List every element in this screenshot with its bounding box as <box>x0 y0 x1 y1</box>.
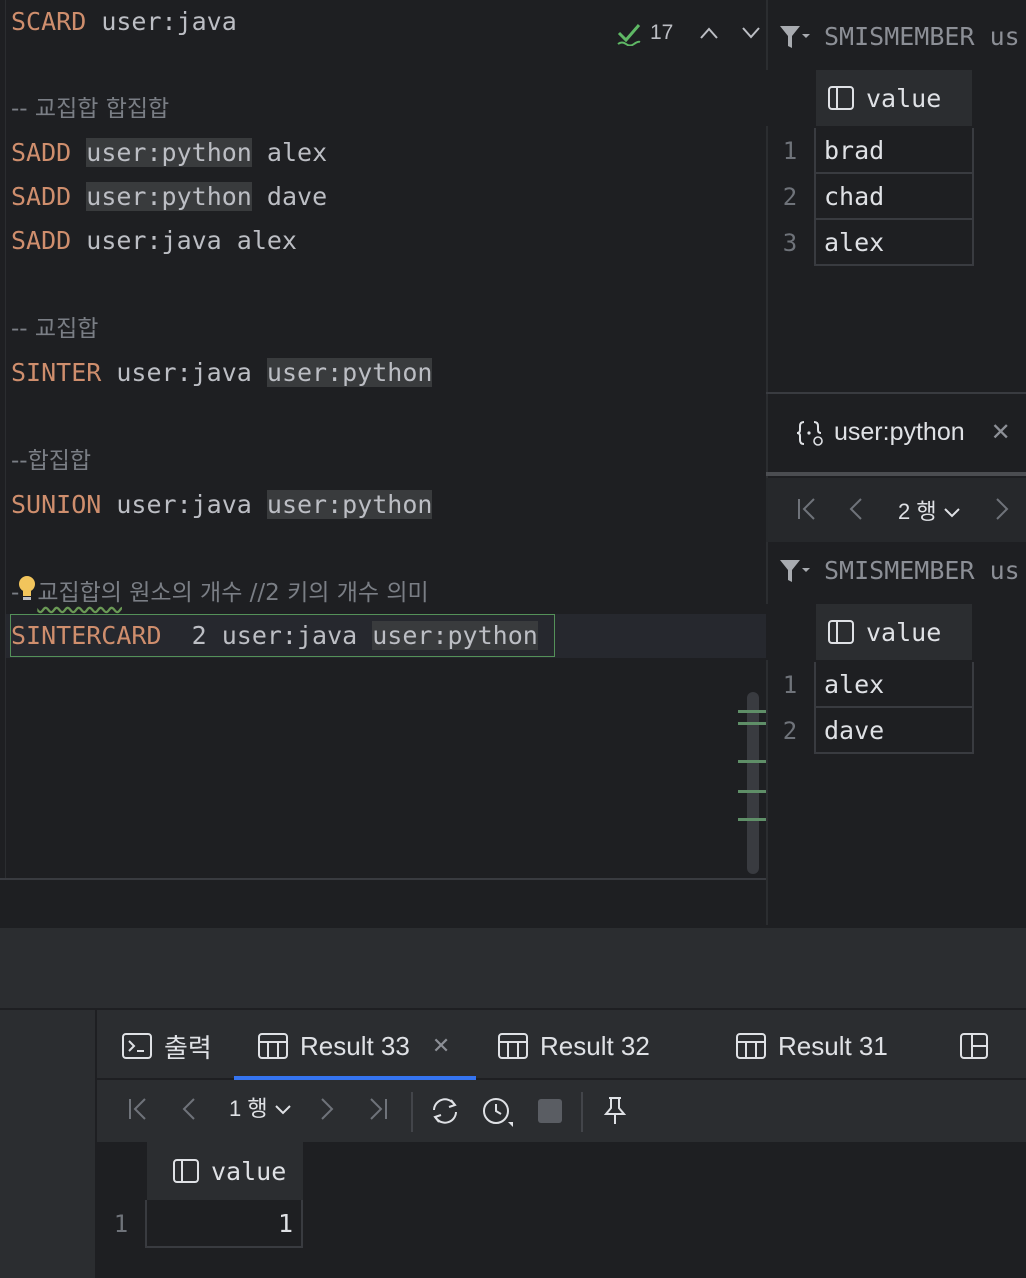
filter-icon[interactable] <box>778 24 810 50</box>
history-clock-icon[interactable] <box>481 1096 515 1128</box>
sql-editor[interactable]: SCARD user:java -- 교집합 합집합 SADD user:pyt… <box>0 0 766 880</box>
column-icon <box>173 1159 199 1183</box>
inspection-widget[interactable]: 17 <box>616 20 761 46</box>
services-tool-window: 출력 Result 33 ✕ Result 32 Result 31 1 행 v… <box>0 1010 1026 1278</box>
table-icon <box>498 1033 528 1059</box>
table-row[interactable]: 2 dave <box>766 708 974 754</box>
last-page-icon[interactable] <box>367 1096 389 1122</box>
table-row[interactable]: 1 alex <box>766 662 974 708</box>
filter-text: SMISMEMBER us <box>824 22 1020 51</box>
tab-user-python[interactable]: user:python ✕ <box>796 418 1011 447</box>
column-header-value[interactable]: value <box>147 1142 303 1200</box>
json-braces-icon <box>796 419 824 447</box>
rows-selector[interactable]: 1 행 <box>229 1094 292 1124</box>
filter-bar-bottom[interactable]: SMISMEMBER us <box>778 556 1020 585</box>
refresh-icon[interactable] <box>429 1096 461 1126</box>
filter-bar-top[interactable]: SMISMEMBER us <box>778 22 1020 51</box>
scroll-marker <box>738 760 766 763</box>
code-line-sunion[interactable]: SUNION user:java user:python <box>11 483 433 527</box>
gutter-divider <box>5 0 6 878</box>
chevron-down-icon[interactable] <box>741 26 761 40</box>
table-row[interactable]: 3 alex <box>766 220 974 266</box>
table-icon <box>258 1033 288 1059</box>
first-page-icon[interactable] <box>127 1096 149 1122</box>
code-line-1[interactable]: SCARD user:java <box>11 0 237 44</box>
row-number-header <box>766 70 818 126</box>
code-line-comment-2[interactable]: -- 교집합 <box>11 306 98 350</box>
row-number-header <box>766 604 818 660</box>
inspection-count: 17 <box>650 21 674 44</box>
code-line-comment-3[interactable]: --합집합 <box>11 438 91 482</box>
tab-result-32[interactable]: Result 32 <box>498 1024 650 1068</box>
scroll-marker <box>738 710 766 713</box>
statement-selection-box <box>10 614 555 657</box>
layout-toggle-icon[interactable] <box>960 1024 988 1068</box>
scroll-marker <box>738 790 766 793</box>
code-line-sadd-1[interactable]: SADD user:python alex <box>11 131 327 175</box>
chevron-up-icon[interactable] <box>699 26 719 40</box>
scroll-marker <box>738 722 766 725</box>
first-page-icon[interactable] <box>796 496 818 522</box>
column-icon <box>828 620 854 644</box>
editor-bottom-border <box>0 878 766 880</box>
toolbar-separator <box>581 1092 583 1132</box>
empty-editor-area <box>0 928 1026 1008</box>
editor-scrollbar[interactable] <box>747 692 759 874</box>
column-header-value[interactable]: value <box>816 604 972 660</box>
scroll-marker <box>738 818 766 821</box>
code-line-comment-4[interactable]: - 교집합의 원소의 개수 //2 키의 개수 의미 <box>11 570 429 614</box>
filter-text: SMISMEMBER us <box>824 556 1020 585</box>
tool-window-sidebar <box>0 1010 97 1278</box>
table-row[interactable]: 2 chad <box>766 174 974 220</box>
result-grid[interactable]: value 1 1 <box>97 1142 1026 1278</box>
stop-icon[interactable] <box>537 1098 563 1124</box>
toolbar-separator <box>411 1092 413 1132</box>
code-line-sadd-2[interactable]: SADD user:python dave <box>11 175 327 219</box>
check-icon <box>616 20 642 46</box>
chevron-down-icon <box>274 1104 292 1116</box>
results-toolbar: 1 행 <box>97 1080 1026 1142</box>
close-tab-icon[interactable]: ✕ <box>432 1033 450 1059</box>
tab-result-33[interactable]: Result 33 ✕ <box>258 1024 450 1068</box>
panel-separator <box>766 392 1026 394</box>
code-line-comment-1[interactable]: -- 교집합 합집합 <box>11 86 169 130</box>
column-icon <box>828 86 854 110</box>
close-tab-icon[interactable]: ✕ <box>991 418 1011 447</box>
prev-page-icon[interactable] <box>848 496 864 522</box>
tab-output[interactable]: 출력 <box>122 1024 212 1068</box>
prev-page-icon[interactable] <box>181 1096 197 1122</box>
column-header-value[interactable]: value <box>816 70 972 126</box>
table-cell[interactable]: 1 <box>147 1200 303 1248</box>
pin-icon[interactable] <box>603 1096 627 1126</box>
row-number: 1 <box>97 1200 147 1248</box>
filter-icon[interactable] <box>778 558 810 584</box>
next-page-icon[interactable] <box>319 1096 335 1122</box>
chevron-down-icon <box>943 507 961 519</box>
next-page-icon[interactable] <box>994 496 1010 522</box>
pager-toolbar: 2 행 <box>766 478 1026 542</box>
code-line-sinter[interactable]: SINTER user:java user:python <box>11 351 433 395</box>
right-results-panel: SMISMEMBER us value 1 brad 2 chad 3 alex us… <box>766 0 1026 925</box>
table-row[interactable]: 1 brad <box>766 128 974 174</box>
tab-result-31[interactable]: Result 31 <box>736 1024 888 1068</box>
console-icon <box>122 1033 152 1059</box>
table-icon <box>736 1033 766 1059</box>
code-line-sadd-3[interactable]: SADD user:java alex <box>11 219 297 263</box>
rows-selector[interactable]: 2 행 <box>898 494 961 526</box>
lightbulb-icon[interactable] <box>17 575 37 605</box>
tab-underline <box>766 472 1026 476</box>
